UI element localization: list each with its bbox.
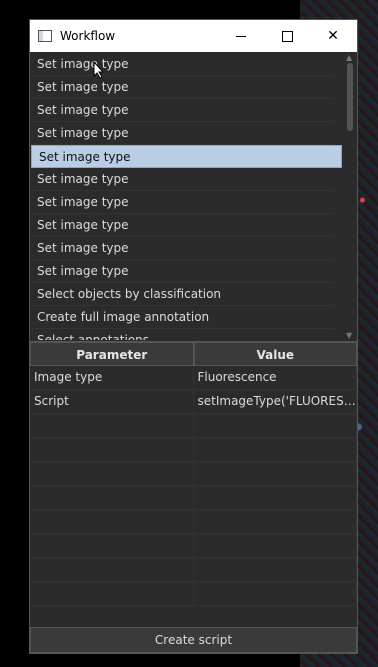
- param-name-cell: Image type: [30, 366, 194, 389]
- close-icon: ✕: [327, 28, 339, 44]
- close-button[interactable]: ✕: [310, 20, 356, 52]
- workflow-steps-list[interactable]: Set image type Set image type Set image ty…: [30, 53, 357, 340]
- empty-row: [30, 510, 357, 534]
- scrollbar-thumb[interactable]: [347, 63, 353, 131]
- maximize-icon: [281, 30, 293, 42]
- scroll-down-icon[interactable]: ▼: [346, 331, 352, 340]
- workflow-step-item[interactable]: Set image type: [30, 168, 334, 191]
- param-value-cell: setImageType('FLUORESCENCE');: [194, 390, 357, 413]
- minimize-button[interactable]: [218, 20, 264, 52]
- workflow-step-item[interactable]: Set image type: [30, 260, 334, 283]
- workflow-step-item[interactable]: Set image type: [30, 99, 334, 122]
- table-row[interactable]: Image type Fluorescence: [30, 366, 357, 390]
- workflow-step-item[interactable]: Select annotations...: [30, 329, 334, 340]
- workflow-step-item[interactable]: Set image type: [30, 122, 334, 145]
- parameter-table: Parameter Value Image type Fluorescence …: [30, 341, 357, 628]
- workflow-step-item[interactable]: Set image type: [30, 214, 334, 237]
- list-scrollbar[interactable]: ▲ ▼: [343, 53, 357, 340]
- workflow-step-item[interactable]: Select objects by classification: [30, 283, 334, 306]
- empty-row: [30, 558, 357, 582]
- workflow-step-item[interactable]: Set image type: [30, 76, 334, 99]
- title-bar[interactable]: Workflow ✕: [30, 20, 357, 52]
- workflow-step-item[interactable]: Set image type: [30, 53, 334, 76]
- app-icon: [38, 30, 52, 42]
- empty-row: [30, 438, 357, 462]
- empty-row: [30, 486, 357, 510]
- footer: Create script: [30, 627, 357, 653]
- empty-row: [30, 534, 357, 558]
- empty-row: [30, 582, 357, 606]
- workflow-window: Workflow ✕ Set image type Set image type S…: [29, 19, 358, 654]
- create-script-button[interactable]: Create script: [30, 627, 357, 653]
- workflow-step-item[interactable]: Create full image annotation: [30, 306, 334, 329]
- workflow-step-item[interactable]: Set image type: [31, 145, 342, 168]
- empty-row: [30, 462, 357, 486]
- scroll-up-icon[interactable]: ▲: [346, 53, 352, 62]
- table-row[interactable]: Script setImageType('FLUORESCENCE');: [30, 390, 357, 414]
- workflow-step-item[interactable]: Set image type: [30, 237, 334, 260]
- column-header-parameter[interactable]: Parameter: [30, 342, 194, 366]
- column-header-value[interactable]: Value: [193, 342, 357, 366]
- param-name-cell: Script: [30, 390, 194, 413]
- empty-row: [30, 414, 357, 438]
- mouse-cursor-icon: [93, 61, 105, 79]
- maximize-button[interactable]: [264, 20, 310, 52]
- window-title: Workflow: [60, 29, 116, 43]
- workflow-step-item[interactable]: Set image type: [30, 191, 334, 214]
- param-value-cell: Fluorescence: [194, 366, 357, 389]
- minimize-icon: [236, 35, 246, 37]
- table-header: Parameter Value: [30, 342, 357, 366]
